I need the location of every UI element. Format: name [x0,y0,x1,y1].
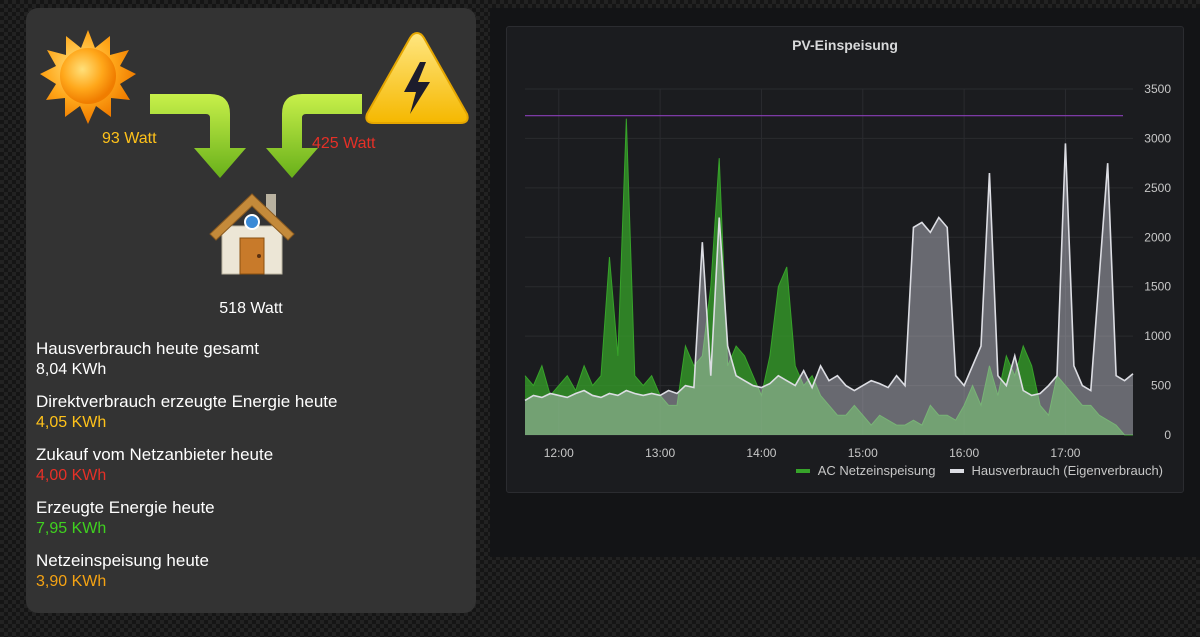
stat-label: Hausverbrauch heute gesamt [36,339,260,358]
legend-item-feed-in[interactable]: AC Netzeinspeisung [795,463,936,478]
legend-label: AC Netzeinspeisung [817,463,936,478]
y-tick-label: 1500 [1144,280,1171,294]
stat-direct-consumption: Direktverbrauch erzeugte Energie heute 4… [36,391,456,433]
stat-label: Erzeugte Energie heute [36,498,215,517]
stat-grid-purchase: Zukauf vom Netzanbieter heute 4,00 KWh [36,444,456,486]
legend-swatch [949,468,964,473]
stat-value: 4,05 KWh [36,414,107,431]
stat-value: 7,95 KWh [36,520,107,537]
x-tick-label: 14:00 [746,446,776,460]
y-tick-label: 2000 [1144,230,1171,244]
stat-house-total: Hausverbrauch heute gesamt 8,04 KWh [36,338,456,380]
house-icon [209,193,295,275]
legend-item-house[interactable]: Hausverbrauch (Eigenverbrauch) [949,463,1163,478]
legend-swatch [795,468,810,473]
x-tick-label: 12:00 [544,446,574,460]
stat-feed-in: Netzeinspeisung heute 3,90 KWh [36,550,456,592]
x-tick-label: 16:00 [949,446,979,460]
daily-stats: Hausverbrauch heute gesamt 8,04 KWh Dire… [36,338,456,603]
y-tick-label: 2500 [1144,181,1171,195]
stat-value: 3,90 KWh [36,573,107,590]
stat-label: Direktverbrauch erzeugte Energie heute [36,392,338,411]
chart-panel[interactable]: PV-Einspeisung 0 500 1000 1500 2000 2500 3000 3… [506,26,1184,493]
pv-chart[interactable]: 0 500 1000 1500 2000 2500 3000 3500 12:00 13:00 14… [507,27,1183,492]
solar-power-value: 93 Watt [102,130,157,147]
arrow-down-icon [150,94,246,178]
y-tick-label: 500 [1151,379,1171,393]
stat-value: 8,04 KWh [36,361,107,378]
grid-power-value: 425 Watt [312,135,376,152]
house-power-value: 518 Watt [219,300,283,317]
chart-legend: AC Netzeinspeisung Hausverbrauch (Eigenv… [795,463,1163,478]
x-tick-label: 17:00 [1050,446,1080,460]
stat-label: Netzeinspeisung heute [36,551,209,570]
y-tick-label: 3000 [1144,131,1171,145]
stat-value: 4,00 KWh [36,467,107,484]
y-tick-label: 1000 [1144,329,1171,343]
x-tick-label: 13:00 [645,446,675,460]
energy-flow-panel: 93 Watt 425 Watt 518 Watt Hausverbrauch … [26,8,476,613]
y-tick-label: 0 [1164,428,1171,442]
x-tick-label: 15:00 [848,446,878,460]
sun-icon [40,30,136,124]
legend-label: Hausverbrauch (Eigenverbrauch) [971,463,1163,478]
high-voltage-warning-icon [365,31,469,124]
y-tick-label: 3500 [1144,82,1171,96]
stat-produced-energy: Erzeugte Energie heute 7,95 KWh [36,497,456,539]
stat-label: Zukauf vom Netzanbieter heute [36,445,274,464]
